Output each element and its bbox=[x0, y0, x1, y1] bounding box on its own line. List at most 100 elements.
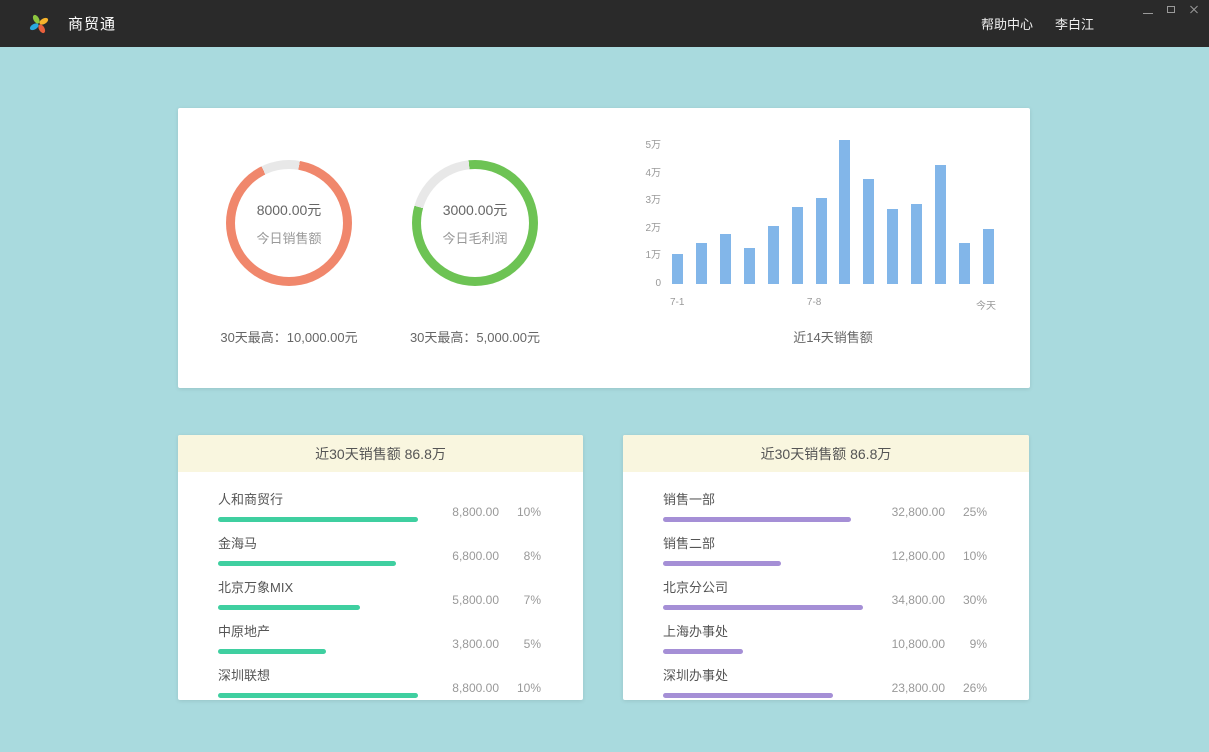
bar bbox=[887, 209, 898, 284]
rank-figures: 8,800.0010% bbox=[437, 505, 541, 519]
rank-figures: 32,800.00 25% bbox=[883, 505, 987, 519]
rank-percent: 8% bbox=[511, 549, 541, 563]
y-tick: 0 bbox=[655, 278, 661, 290]
rank-amount: 10,800.00 bbox=[883, 637, 945, 651]
today-sales-center: 8000.00元 今日销售额 bbox=[235, 169, 343, 277]
rank-bar-track bbox=[218, 649, 418, 654]
rank-percent: 25% bbox=[957, 505, 987, 519]
rank-figures: 5,800.007% bbox=[437, 593, 541, 607]
list-item: 金海马 6,800.00 8% bbox=[218, 533, 541, 566]
rank-bar-track bbox=[218, 605, 418, 610]
rank-name: 人和商贸行 bbox=[218, 489, 423, 508]
rank-bar bbox=[218, 605, 360, 610]
rank-left: 金海马 bbox=[218, 533, 423, 566]
bar bbox=[672, 254, 683, 284]
bar bbox=[983, 229, 994, 284]
profit-30day-max: 30天最高：5,000.00元 bbox=[410, 327, 540, 346]
bar bbox=[839, 140, 850, 284]
rank-name: 中原地产 bbox=[218, 621, 423, 640]
list-item: 销售一部 32,800.00 25% bbox=[663, 489, 987, 522]
close-icon[interactable] bbox=[1187, 4, 1201, 16]
rank-bar bbox=[663, 561, 781, 566]
y-tick: 5万 bbox=[645, 140, 661, 152]
rank-bar-track bbox=[218, 561, 418, 566]
rank-amount: 8,800.00 bbox=[437, 505, 499, 519]
today-sales-donut: 8000.00元 今日销售额 bbox=[226, 160, 352, 286]
rank-left: 北京万象MIX bbox=[218, 577, 423, 610]
rank-figures: 3,800.00 5% bbox=[437, 637, 541, 651]
rank-amount: 8,800.00 bbox=[437, 681, 499, 695]
list-item: 中原地产 3,800.00 5% bbox=[218, 621, 541, 654]
rank-name: 金海马 bbox=[218, 533, 423, 552]
rank-name: 北京万象MIX bbox=[218, 577, 423, 596]
bar bbox=[911, 204, 922, 284]
user-menu[interactable]: 李白江 bbox=[1055, 14, 1094, 33]
rank-left: 中原地产 bbox=[218, 621, 423, 654]
rank-bar bbox=[663, 649, 743, 654]
chart-plot-area: 5万 4万 3万 2万 1万 0 bbox=[634, 140, 996, 290]
today-sales-value: 8000.00元 bbox=[257, 200, 322, 220]
y-tick: 2万 bbox=[645, 223, 661, 235]
rank-left: 上海办事处 bbox=[663, 621, 868, 654]
rank-amount: 32,800.00 bbox=[883, 505, 945, 519]
rank-amount: 3,800.00 bbox=[437, 637, 499, 651]
rank-percent: 10% bbox=[511, 681, 541, 695]
rank-amount: 12,800.00 bbox=[883, 549, 945, 563]
bar bbox=[720, 234, 731, 284]
rank-amount: 5,800.00 bbox=[437, 593, 499, 607]
rank-figures: 8,800.00 10% bbox=[437, 681, 541, 695]
customer-ranking-card: 近30天销售额 86.8万 人和商贸行 8,800.00 10% 金海马 6,800.0… bbox=[178, 435, 583, 700]
rank-percent: 5% bbox=[511, 637, 541, 651]
maximize-icon[interactable] bbox=[1164, 4, 1178, 16]
bar bbox=[744, 248, 755, 284]
daily-sales-bars bbox=[670, 146, 996, 284]
rank-percent: 10% bbox=[957, 549, 987, 563]
rank-figures: 6,800.00 8% bbox=[437, 549, 541, 563]
bar bbox=[816, 198, 827, 284]
rank-bar-track bbox=[663, 517, 863, 522]
bar bbox=[792, 207, 803, 284]
rank-percent: 9% bbox=[957, 637, 987, 651]
rank-figures: 12,800.00 10% bbox=[883, 549, 987, 563]
rank-name: 销售一部 bbox=[663, 489, 868, 508]
rank-bar-track bbox=[218, 693, 418, 698]
today-profit-label: 今日毛利润 bbox=[442, 228, 507, 247]
minimize-icon[interactable] bbox=[1141, 4, 1155, 16]
x-tick: 7-1 bbox=[670, 297, 684, 308]
rank-amount: 6,800.00 bbox=[437, 549, 499, 563]
help-center-link[interactable]: 帮助中心 bbox=[981, 14, 1033, 33]
bar bbox=[863, 179, 874, 284]
summary-card: 8000.00元 今日销售额 30天最高：10,000.00元 3000.00元… bbox=[178, 108, 1030, 388]
rank-bar bbox=[663, 605, 863, 610]
list-item: 销售二部12,800.0010% bbox=[663, 533, 987, 566]
bar bbox=[959, 243, 970, 284]
y-tick: 4万 bbox=[645, 168, 661, 180]
chart-title: 近14天销售额 bbox=[634, 327, 996, 346]
rank-name: 北京分公司 bbox=[663, 577, 868, 596]
rank-percent: 30% bbox=[957, 593, 987, 607]
rank-bar-track bbox=[663, 561, 863, 566]
list-item: 上海办事处 10,800.00 9% bbox=[663, 621, 987, 654]
daily-sales-chart: 5万 4万 3万 2万 1万 0 7-1 7-8 今天 近14天销售额 bbox=[634, 136, 996, 366]
department-ranking-card: 近30天销售额 86.8万 销售一部32,800.0025%销售二部12,800… bbox=[623, 435, 1029, 700]
list-item: 北京分公司34,800.0030% bbox=[663, 577, 987, 610]
bar bbox=[935, 165, 946, 284]
rank-bar bbox=[218, 517, 418, 522]
rank-bar bbox=[218, 649, 326, 654]
today-sales-label: 今日销售额 bbox=[256, 228, 321, 247]
list-item: 深圳办事处23,800.0026% bbox=[663, 665, 987, 698]
rank-name: 上海办事处 bbox=[663, 621, 868, 640]
customer-ranking-title: 近30天销售额 86.8万 bbox=[178, 435, 583, 472]
department-rank-list: 销售一部32,800.0025%销售二部12,800.0010%北京分公司34,… bbox=[623, 472, 1029, 698]
y-axis: 5万 4万 3万 2万 1万 0 bbox=[634, 140, 670, 290]
y-tick: 1万 bbox=[645, 250, 661, 262]
x-tick: 7-8 bbox=[807, 297, 821, 308]
rank-bar-track bbox=[663, 649, 863, 654]
rank-name: 深圳联想 bbox=[218, 665, 423, 684]
rank-bar-track bbox=[663, 605, 863, 610]
rank-name: 深圳办事处 bbox=[663, 665, 868, 684]
app-title: 商贸通 bbox=[68, 13, 116, 34]
rank-left: 北京分公司 bbox=[663, 577, 868, 610]
today-profit-panel: 3000.00元 今日毛利润 30天最高：5,000.00元 bbox=[372, 136, 578, 366]
customer-rank-list: 人和商贸行 8,800.00 10% 金海马 6,800.00 8% 北京万象MIX 5,80… bbox=[178, 472, 583, 698]
